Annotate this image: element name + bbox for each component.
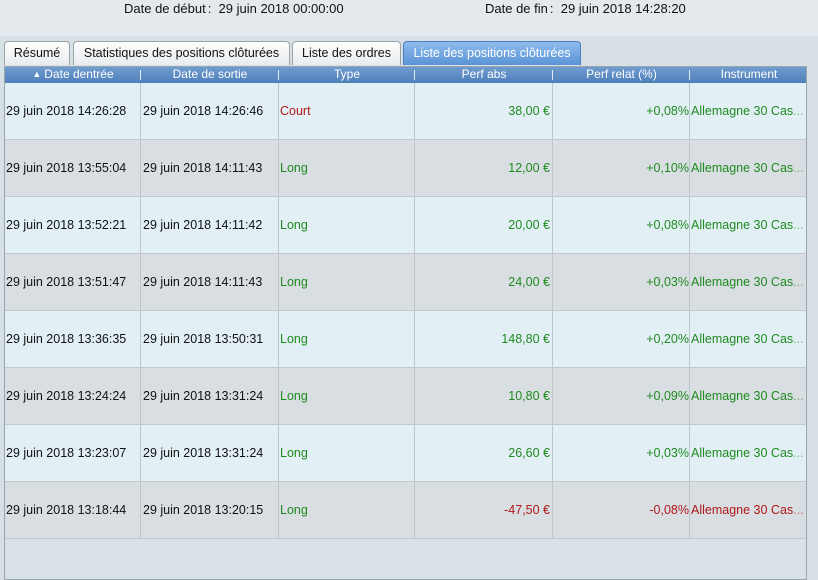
perf-abs-cell: 12,00 € xyxy=(415,140,553,196)
end-date-value: 29 juin 2018 14:28:20 xyxy=(560,1,686,16)
table-row[interactable]: 29 juin 2018 13:55:04 29 juin 2018 14:11:… xyxy=(5,140,806,197)
truncation-ellipsis: ... xyxy=(793,389,804,403)
entry-date-cell: 29 juin 2018 13:55:04 xyxy=(5,140,141,196)
exit-date-cell: 29 juin 2018 13:20:15 xyxy=(141,482,279,538)
perf-rel-cell: +0,08% xyxy=(553,83,690,139)
perf-abs-cell: 148,80 € xyxy=(415,311,553,367)
perf-rel-cell: +0,03% xyxy=(553,254,690,310)
type-cell: Long xyxy=(279,197,415,253)
type-cell: Long xyxy=(279,425,415,481)
start-date: Date de début: 29 juin 2018 00:00:00 xyxy=(124,1,344,16)
exit-date-cell: 29 juin 2018 13:50:31 xyxy=(141,311,279,367)
instrument-cell: Allemagne 30 Cas... xyxy=(691,104,804,118)
instrument-cell: Allemagne 30 Cas... xyxy=(691,218,804,232)
instrument-cell: Allemagne 30 Cas... xyxy=(691,332,804,346)
exit-date-cell: 29 juin 2018 13:31:24 xyxy=(141,425,279,481)
exit-date-cell: 29 juin 2018 14:11:43 xyxy=(141,254,279,310)
table-header: ▲ Date dentrée Date de sortie Type Perf a… xyxy=(5,67,806,83)
instrument-cell: Allemagne 30 Cas... xyxy=(691,161,804,175)
table-row[interactable]: 29 juin 2018 13:52:21 29 juin 2018 14:11:… xyxy=(5,197,806,254)
type-cell: Long xyxy=(279,311,415,367)
perf-abs-cell: -47,50 € xyxy=(415,482,553,538)
entry-date-cell: 29 juin 2018 14:26:28 xyxy=(5,83,141,139)
column-header-type[interactable]: Type xyxy=(279,67,415,83)
table-row[interactable]: 29 juin 2018 13:18:44 29 juin 2018 13:20:… xyxy=(5,482,806,539)
tab-orders-list[interactable]: Liste des ordres xyxy=(292,41,401,65)
truncation-ellipsis: ... xyxy=(793,332,804,346)
exit-date-cell: 29 juin 2018 14:11:43 xyxy=(141,140,279,196)
column-header-instrument[interactable]: Instrument xyxy=(690,67,806,83)
exit-date-cell: 29 juin 2018 13:31:24 xyxy=(141,368,279,424)
perf-rel-cell: +0,20% xyxy=(553,311,690,367)
end-date-label: Date de fin xyxy=(485,1,548,16)
type-cell: Long xyxy=(279,482,415,538)
instrument-cell: Allemagne 30 Cas... xyxy=(691,503,804,517)
entry-date-cell: 29 juin 2018 13:51:47 xyxy=(5,254,141,310)
entry-date-cell: 29 juin 2018 13:36:35 xyxy=(5,311,141,367)
column-header-entry-date[interactable]: ▲ Date dentrée xyxy=(5,67,141,83)
perf-rel-cell: +0,10% xyxy=(553,140,690,196)
perf-abs-cell: 38,00 € xyxy=(415,83,553,139)
column-header-perf-abs[interactable]: Perf abs xyxy=(415,67,553,83)
tab-bar: Résumé Statistiques des positions clôtur… xyxy=(0,41,818,67)
column-header-exit-date[interactable]: Date de sortie xyxy=(141,67,279,83)
column-header-perf-rel[interactable]: Perf relat (%) xyxy=(553,67,690,83)
type-cell: Long xyxy=(279,254,415,310)
perf-abs-cell: 20,00 € xyxy=(415,197,553,253)
entry-date-cell: 29 juin 2018 13:52:21 xyxy=(5,197,141,253)
perf-rel-cell: +0,09% xyxy=(553,368,690,424)
tab-resume[interactable]: Résumé xyxy=(4,41,70,65)
tab-closed-positions-stats[interactable]: Statistiques des positions clôturées xyxy=(73,41,290,65)
table-row[interactable]: 29 juin 2018 14:26:28 29 juin 2018 14:26:… xyxy=(5,83,806,140)
start-date-value: 29 juin 2018 00:00:00 xyxy=(218,1,344,16)
perf-rel-cell: +0,08% xyxy=(553,197,690,253)
table-row[interactable]: 29 juin 2018 13:36:35 29 juin 2018 13:50:… xyxy=(5,311,806,368)
exit-date-cell: 29 juin 2018 14:26:46 xyxy=(141,83,279,139)
type-cell: Long xyxy=(279,140,415,196)
entry-date-cell: 29 juin 2018 13:18:44 xyxy=(5,482,141,538)
truncation-ellipsis: ... xyxy=(793,218,804,232)
exit-date-cell: 29 juin 2018 14:11:42 xyxy=(141,197,279,253)
entry-date-cell: 29 juin 2018 13:23:07 xyxy=(5,425,141,481)
instrument-cell: Allemagne 30 Cas... xyxy=(691,389,804,403)
sort-up-icon: ▲ xyxy=(32,69,42,79)
entry-date-cell: 29 juin 2018 13:24:24 xyxy=(5,368,141,424)
table-row[interactable]: 29 juin 2018 13:24:24 29 juin 2018 13:31:… xyxy=(5,368,806,425)
perf-rel-cell: -0,08% xyxy=(553,482,690,538)
perf-abs-cell: 10,80 € xyxy=(415,368,553,424)
instrument-cell: Allemagne 30 Cas... xyxy=(691,446,804,460)
truncation-ellipsis: ... xyxy=(793,503,804,517)
perf-rel-cell: +0,03% xyxy=(553,425,690,481)
truncation-ellipsis: ... xyxy=(793,275,804,289)
end-date: Date de fin: 29 juin 2018 14:28:20 xyxy=(485,1,686,16)
tab-closed-positions-list[interactable]: Liste des positions clôturées xyxy=(403,41,581,65)
start-date-label: Date de début xyxy=(124,1,206,16)
closed-positions-table: ▲ Date dentrée Date de sortie Type Perf a… xyxy=(4,66,807,580)
truncation-ellipsis: ... xyxy=(793,104,804,118)
type-cell: Court xyxy=(279,83,415,139)
type-cell: Long xyxy=(279,368,415,424)
date-range-bar: Date de début: 29 juin 2018 00:00:00 Dat… xyxy=(0,0,818,36)
instrument-cell: Allemagne 30 Cas... xyxy=(691,275,804,289)
table-row[interactable]: 29 juin 2018 13:51:47 29 juin 2018 14:11:… xyxy=(5,254,806,311)
truncation-ellipsis: ... xyxy=(793,446,804,460)
perf-abs-cell: 26,60 € xyxy=(415,425,553,481)
perf-abs-cell: 24,00 € xyxy=(415,254,553,310)
table-row[interactable]: 29 juin 2018 13:23:07 29 juin 2018 13:31:… xyxy=(5,425,806,482)
truncation-ellipsis: ... xyxy=(793,161,804,175)
